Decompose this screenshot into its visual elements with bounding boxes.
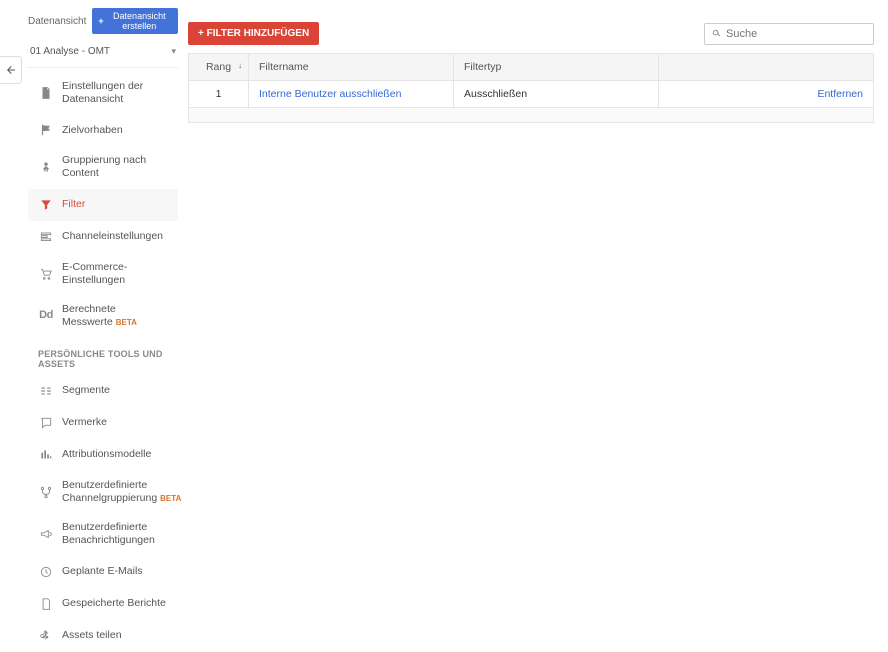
sidebar-item-channel-settings[interactable]: Channeleinstellungen (28, 221, 178, 253)
filters-table: Rang↓ Filtername Filtertyp 1 Interne Ben… (188, 53, 874, 123)
add-filter-button[interactable]: + FILTER HINZUFÜGEN (188, 22, 319, 45)
col-header-actions (659, 54, 874, 81)
sidebar-item-label: Einstellungen der Datenansicht (62, 80, 172, 106)
sidebar-item-scheduled-emails[interactable]: Geplante E-Mails (28, 556, 178, 588)
plus-icon: + (98, 16, 103, 26)
clock-icon (38, 564, 54, 580)
sidebar-item-label: E-Commerce-Einstellungen (62, 261, 172, 287)
chevron-down-icon: ▾ (171, 46, 176, 57)
dd-icon: Dd (38, 308, 54, 324)
sidebar-item-label: Vermerke (62, 416, 172, 429)
sidebar: Datenansicht + Datenansicht erstellen 01 … (28, 8, 178, 652)
sidebar-item-label: Attributionsmodelle (62, 448, 172, 461)
create-view-button[interactable]: + Datenansicht erstellen (92, 8, 178, 34)
share-icon (38, 628, 54, 644)
remove-link[interactable]: Entfernen (817, 88, 863, 100)
col-header-name[interactable]: Filtername (249, 54, 454, 81)
view-selector-value: 01 Analyse - OMT (30, 46, 110, 57)
person-icon (38, 159, 54, 175)
sidebar-item-annotations[interactable]: Vermerke (28, 407, 178, 439)
segments-icon (38, 383, 54, 399)
sidebar-top-row: Datenansicht + Datenansicht erstellen (28, 8, 178, 34)
sidebar-item-filters[interactable]: Filter (28, 189, 178, 221)
collapse-handle[interactable] (0, 56, 22, 84)
sidebar-item-label: Zielvorhaben (62, 124, 172, 137)
table-spacer (189, 108, 874, 123)
toolbar: + FILTER HINZUFÜGEN (188, 22, 874, 45)
branch-icon (38, 484, 54, 500)
cell-actions: Entfernen (659, 81, 874, 108)
search-input[interactable] (726, 28, 867, 40)
sidebar-item-calculated-metrics[interactable]: Dd Berechnete MesswerteBETA (28, 295, 178, 337)
sidebar-item-segments[interactable]: Segmente (28, 375, 178, 407)
sidebar-item-label: Benutzerdefinierte Benachrichtigungen (62, 521, 172, 547)
search-box[interactable] (704, 23, 874, 45)
cart-icon (38, 266, 54, 282)
sidebar-item-label: Filter (62, 198, 172, 211)
create-view-label: Datenansicht erstellen (107, 11, 172, 31)
filter-link[interactable]: Interne Benutzer ausschließen (259, 88, 401, 100)
funnel-icon (38, 197, 54, 213)
sidebar-item-view-settings[interactable]: Einstellungen der Datenansicht (28, 72, 178, 114)
sidebar-item-custom-channel[interactable]: Benutzerdefinierte ChannelgruppierungBET… (28, 471, 178, 513)
search-icon (711, 28, 722, 39)
sidebar-item-label: Assets teilen (62, 629, 172, 642)
arrow-back-icon (4, 64, 18, 76)
sidebar-item-saved-reports[interactable]: Gespeicherte Berichte (28, 588, 178, 620)
sort-icon: ↓ (238, 61, 242, 70)
sidebar-item-label: Geplante E-Mails (62, 565, 172, 578)
channel-icon (38, 229, 54, 245)
sidebar-item-label: Gespeicherte Berichte (62, 597, 172, 610)
sidebar-item-label: Gruppierung nach Content (62, 154, 172, 180)
sidebar-item-goals[interactable]: Zielvorhaben (28, 114, 178, 146)
cell-type: Ausschließen (454, 81, 659, 108)
col-header-type[interactable]: Filtertyp (454, 54, 659, 81)
main-area: + FILTER HINZUFÜGEN Rang↓ Filtername Fil… (188, 22, 874, 123)
sidebar-item-label: Benutzerdefinierte ChannelgruppierungBET… (62, 479, 181, 505)
sidebar-item-label: Berechnete MesswerteBETA (62, 303, 172, 329)
sidebar-item-content-grouping[interactable]: Gruppierung nach Content (28, 146, 178, 188)
megaphone-icon (38, 526, 54, 542)
sidebar-item-custom-alerts[interactable]: Benutzerdefinierte Benachrichtigungen (28, 513, 178, 555)
table-row: 1 Interne Benutzer ausschließen Ausschli… (189, 81, 874, 108)
note-icon (38, 415, 54, 431)
sidebar-item-attribution[interactable]: Attributionsmodelle (28, 439, 178, 471)
flag-icon (38, 122, 54, 138)
col-header-rank[interactable]: Rang↓ (189, 54, 249, 81)
sidebar-item-label: Segmente (62, 384, 172, 397)
view-label: Datenansicht (28, 16, 86, 27)
document-icon (38, 85, 54, 101)
view-selector[interactable]: 01 Analyse - OMT ▾ (28, 42, 178, 68)
file-icon (38, 596, 54, 612)
cell-rank: 1 (189, 81, 249, 108)
sidebar-item-share-assets[interactable]: Assets teilen (28, 620, 178, 652)
bars-icon (38, 447, 54, 463)
cell-name: Interne Benutzer ausschließen (249, 81, 454, 108)
table-header-row: Rang↓ Filtername Filtertyp (189, 54, 874, 81)
sidebar-item-label: Channeleinstellungen (62, 230, 172, 243)
sidebar-section-label: PERSÖNLICHE TOOLS UND ASSETS (28, 337, 178, 375)
sidebar-item-ecommerce[interactable]: E-Commerce-Einstellungen (28, 253, 178, 295)
